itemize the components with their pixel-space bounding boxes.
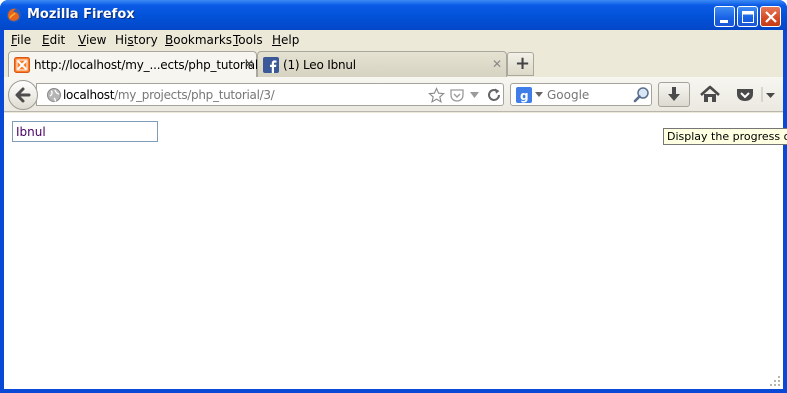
url-history-dropdown-icon[interactable] [469, 91, 480, 100]
plus-icon: + [515, 53, 531, 74]
search-input[interactable]: Google [547, 88, 589, 102]
tab-close-button[interactable]: ✕ [492, 57, 502, 71]
tab-label: (1) Leo Ibnul [283, 58, 356, 72]
close-icon [765, 11, 777, 23]
menu-dropdown-button[interactable] [761, 82, 779, 107]
pocket-button[interactable] [732, 82, 758, 107]
facebook-icon [263, 57, 279, 73]
home-button[interactable] [696, 82, 724, 107]
new-tab-button[interactable]: + [507, 52, 534, 76]
menu-help[interactable]: Help [272, 33, 299, 47]
bookmark-star-icon[interactable] [428, 87, 445, 104]
google-search-engine-icon[interactable]: g [516, 87, 532, 103]
name-text-input[interactable] [12, 121, 158, 142]
search-engine-dropdown-icon[interactable] [535, 92, 543, 98]
downloads-button[interactable] [658, 82, 690, 107]
pocket-save-icon[interactable] [449, 88, 465, 103]
minimize-button[interactable] [714, 6, 735, 27]
firefox-icon [7, 8, 21, 22]
menu-bar: File Edit View History Bookmarks Tools H… [4, 30, 783, 51]
maximize-button[interactable] [737, 6, 758, 27]
downloads-tooltip: Display the progress of o [663, 128, 787, 145]
globe-icon[interactable] [46, 87, 62, 103]
maximize-icon [742, 11, 754, 23]
browser-window: Mozilla Firefox File Edit View History B… [0, 0, 787, 393]
tab-label: http://localhost/my_...ects/php_tutorial… [34, 58, 274, 72]
title-bar[interactable]: Mozilla Firefox [0, 0, 787, 30]
url-text[interactable]: localhost/my_projects/php_tutorial/3/ [63, 88, 275, 102]
window-title: Mozilla Firefox [27, 7, 135, 22]
back-arrow-icon [15, 87, 31, 103]
navigation-toolbar: localhost/my_projects/php_tutorial/3/ g … [4, 77, 783, 112]
download-arrow-icon [668, 87, 680, 101]
back-button[interactable] [8, 80, 38, 110]
menu-history[interactable]: History [115, 33, 158, 47]
menu-view[interactable]: View [78, 33, 106, 47]
menu-tools[interactable]: Tools [233, 33, 263, 47]
close-window-button[interactable] [760, 6, 781, 27]
xampp-icon [14, 57, 30, 73]
home-icon [700, 85, 720, 102]
chevron-down-icon [761, 87, 775, 102]
menu-file[interactable]: File [11, 33, 31, 47]
pocket-icon [737, 89, 753, 101]
tab-localhost[interactable]: http://localhost/my_...ects/php_tutorial… [8, 51, 273, 77]
tab-close-button[interactable]: ✕ [244, 57, 254, 71]
minimize-icon [720, 20, 728, 23]
search-bar[interactable]: g Google [510, 83, 652, 106]
resize-grip-icon[interactable] [769, 375, 781, 387]
tab-strip: http://localhost/my_...ects/php_tutorial… [4, 51, 783, 77]
reload-icon[interactable] [486, 87, 502, 103]
menu-bookmarks[interactable]: Bookmarks [165, 33, 232, 47]
svg-text:g: g [520, 89, 529, 103]
browser-client: File Edit View History Bookmarks Tools H… [4, 30, 787, 389]
tab-facebook[interactable]: (1) Leo Ibnul ✕ [257, 51, 507, 77]
menu-edit[interactable]: Edit [42, 33, 65, 47]
page-content: Display the progress of o [4, 113, 787, 389]
search-magnifier-icon[interactable] [633, 86, 650, 103]
url-bar[interactable]: localhost/my_projects/php_tutorial/3/ [36, 83, 504, 106]
